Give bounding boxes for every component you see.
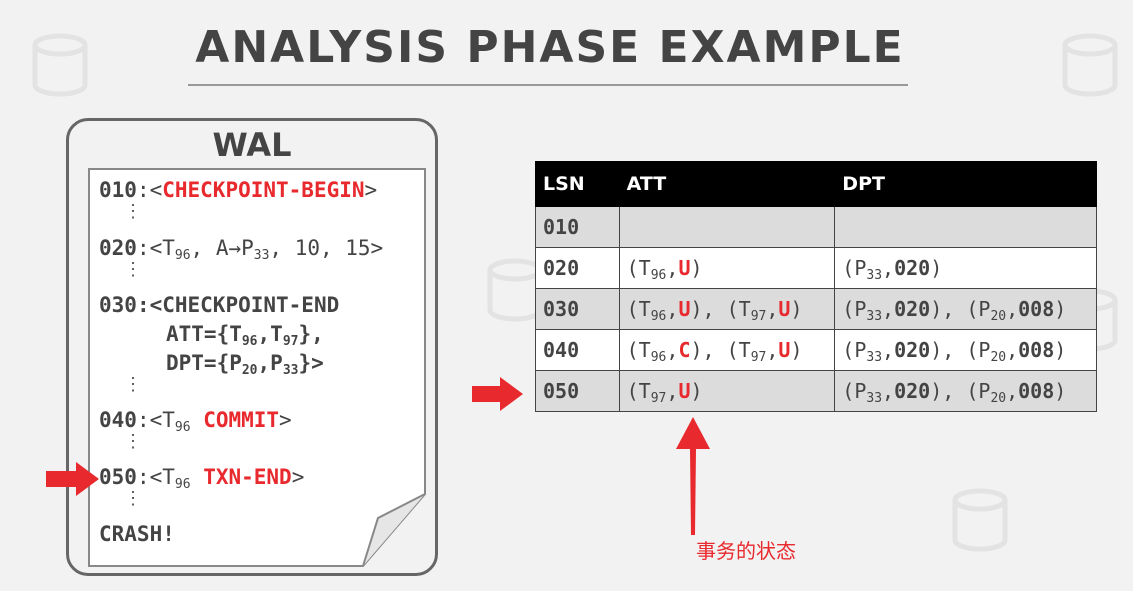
table-pointer-arrow-icon — [472, 377, 523, 411]
ellipsis: ⋮ — [124, 259, 142, 280]
transaction-state-annotation: 事务的状态 — [696, 539, 796, 563]
cell-dpt: (P33,020), (P20,008) — [834, 288, 1097, 330]
header-lsn: LSN — [535, 161, 620, 207]
table-row: 010 — [535, 206, 1097, 248]
recovery-state-table: LSN ATT DPT 010 020 (T96,U) (P33,020) 03… — [535, 161, 1097, 412]
cell-att: (T96,C), (T97,U) — [618, 329, 836, 371]
wal-line-030-att: ATT={T96,T97}, — [166, 322, 324, 349]
cell-dpt — [834, 206, 1097, 248]
title-divider — [188, 84, 908, 86]
cell-att: (T96,U) — [618, 247, 836, 289]
header-dpt: DPT — [834, 161, 1097, 207]
wal-crash: CRASH! — [99, 522, 175, 546]
ellipsis: ⋮ — [124, 488, 142, 509]
table-row: 050 (T97,U) (P33,020), (P20,008) — [535, 370, 1097, 412]
page-title: ANALYSIS PHASE EXAMPLE — [195, 22, 905, 73]
ellipsis: ⋮ — [124, 374, 142, 395]
cell-att: (T97,U) — [618, 370, 836, 412]
cell-lsn: 050 — [535, 370, 620, 412]
cell-dpt: (P33,020), (P20,008) — [834, 329, 1097, 371]
cell-lsn: 010 — [535, 206, 620, 248]
table-row: 040 (T96,C), (T97,U) (P33,020), (P20,008… — [535, 329, 1097, 371]
cell-lsn: 020 — [535, 247, 620, 289]
table-header-row: LSN ATT DPT — [535, 161, 1097, 207]
wal-line-020: 020:<T96, A→P33, 10, 15> — [99, 236, 384, 263]
wal-line-030: 030:<CHECKPOINT-END — [99, 293, 340, 317]
ellipsis: ⋮ — [124, 431, 142, 452]
table-row: 030 (T96,U), (T97,U) (P33,020), (P20,008… — [535, 288, 1097, 330]
wal-line-030-dpt: DPT={P20,P33}> — [166, 351, 324, 378]
ellipsis: ⋮ — [124, 201, 142, 222]
wal-line-050: 050:<T96 TXN-END> — [99, 465, 305, 492]
cell-att: (T96,U), (T97,U) — [618, 288, 836, 330]
wal-title: WAL — [212, 126, 292, 164]
cell-lsn: 030 — [535, 288, 620, 330]
table-row: 020 (T96,U) (P33,020) — [535, 247, 1097, 289]
wal-pointer-arrow-icon — [46, 462, 99, 496]
cell-att — [618, 206, 836, 248]
wal-line-010: 010:<CHECKPOINT-BEGIN> — [99, 178, 378, 202]
header-att: ATT — [618, 161, 836, 207]
cell-lsn: 040 — [535, 329, 620, 371]
cell-dpt: (P33,020), (P20,008) — [834, 370, 1097, 412]
wal-line-040: 040:<T96 COMMIT> — [99, 408, 292, 435]
annotation-up-arrow-icon — [676, 417, 710, 535]
cell-dpt: (P33,020) — [834, 247, 1097, 289]
